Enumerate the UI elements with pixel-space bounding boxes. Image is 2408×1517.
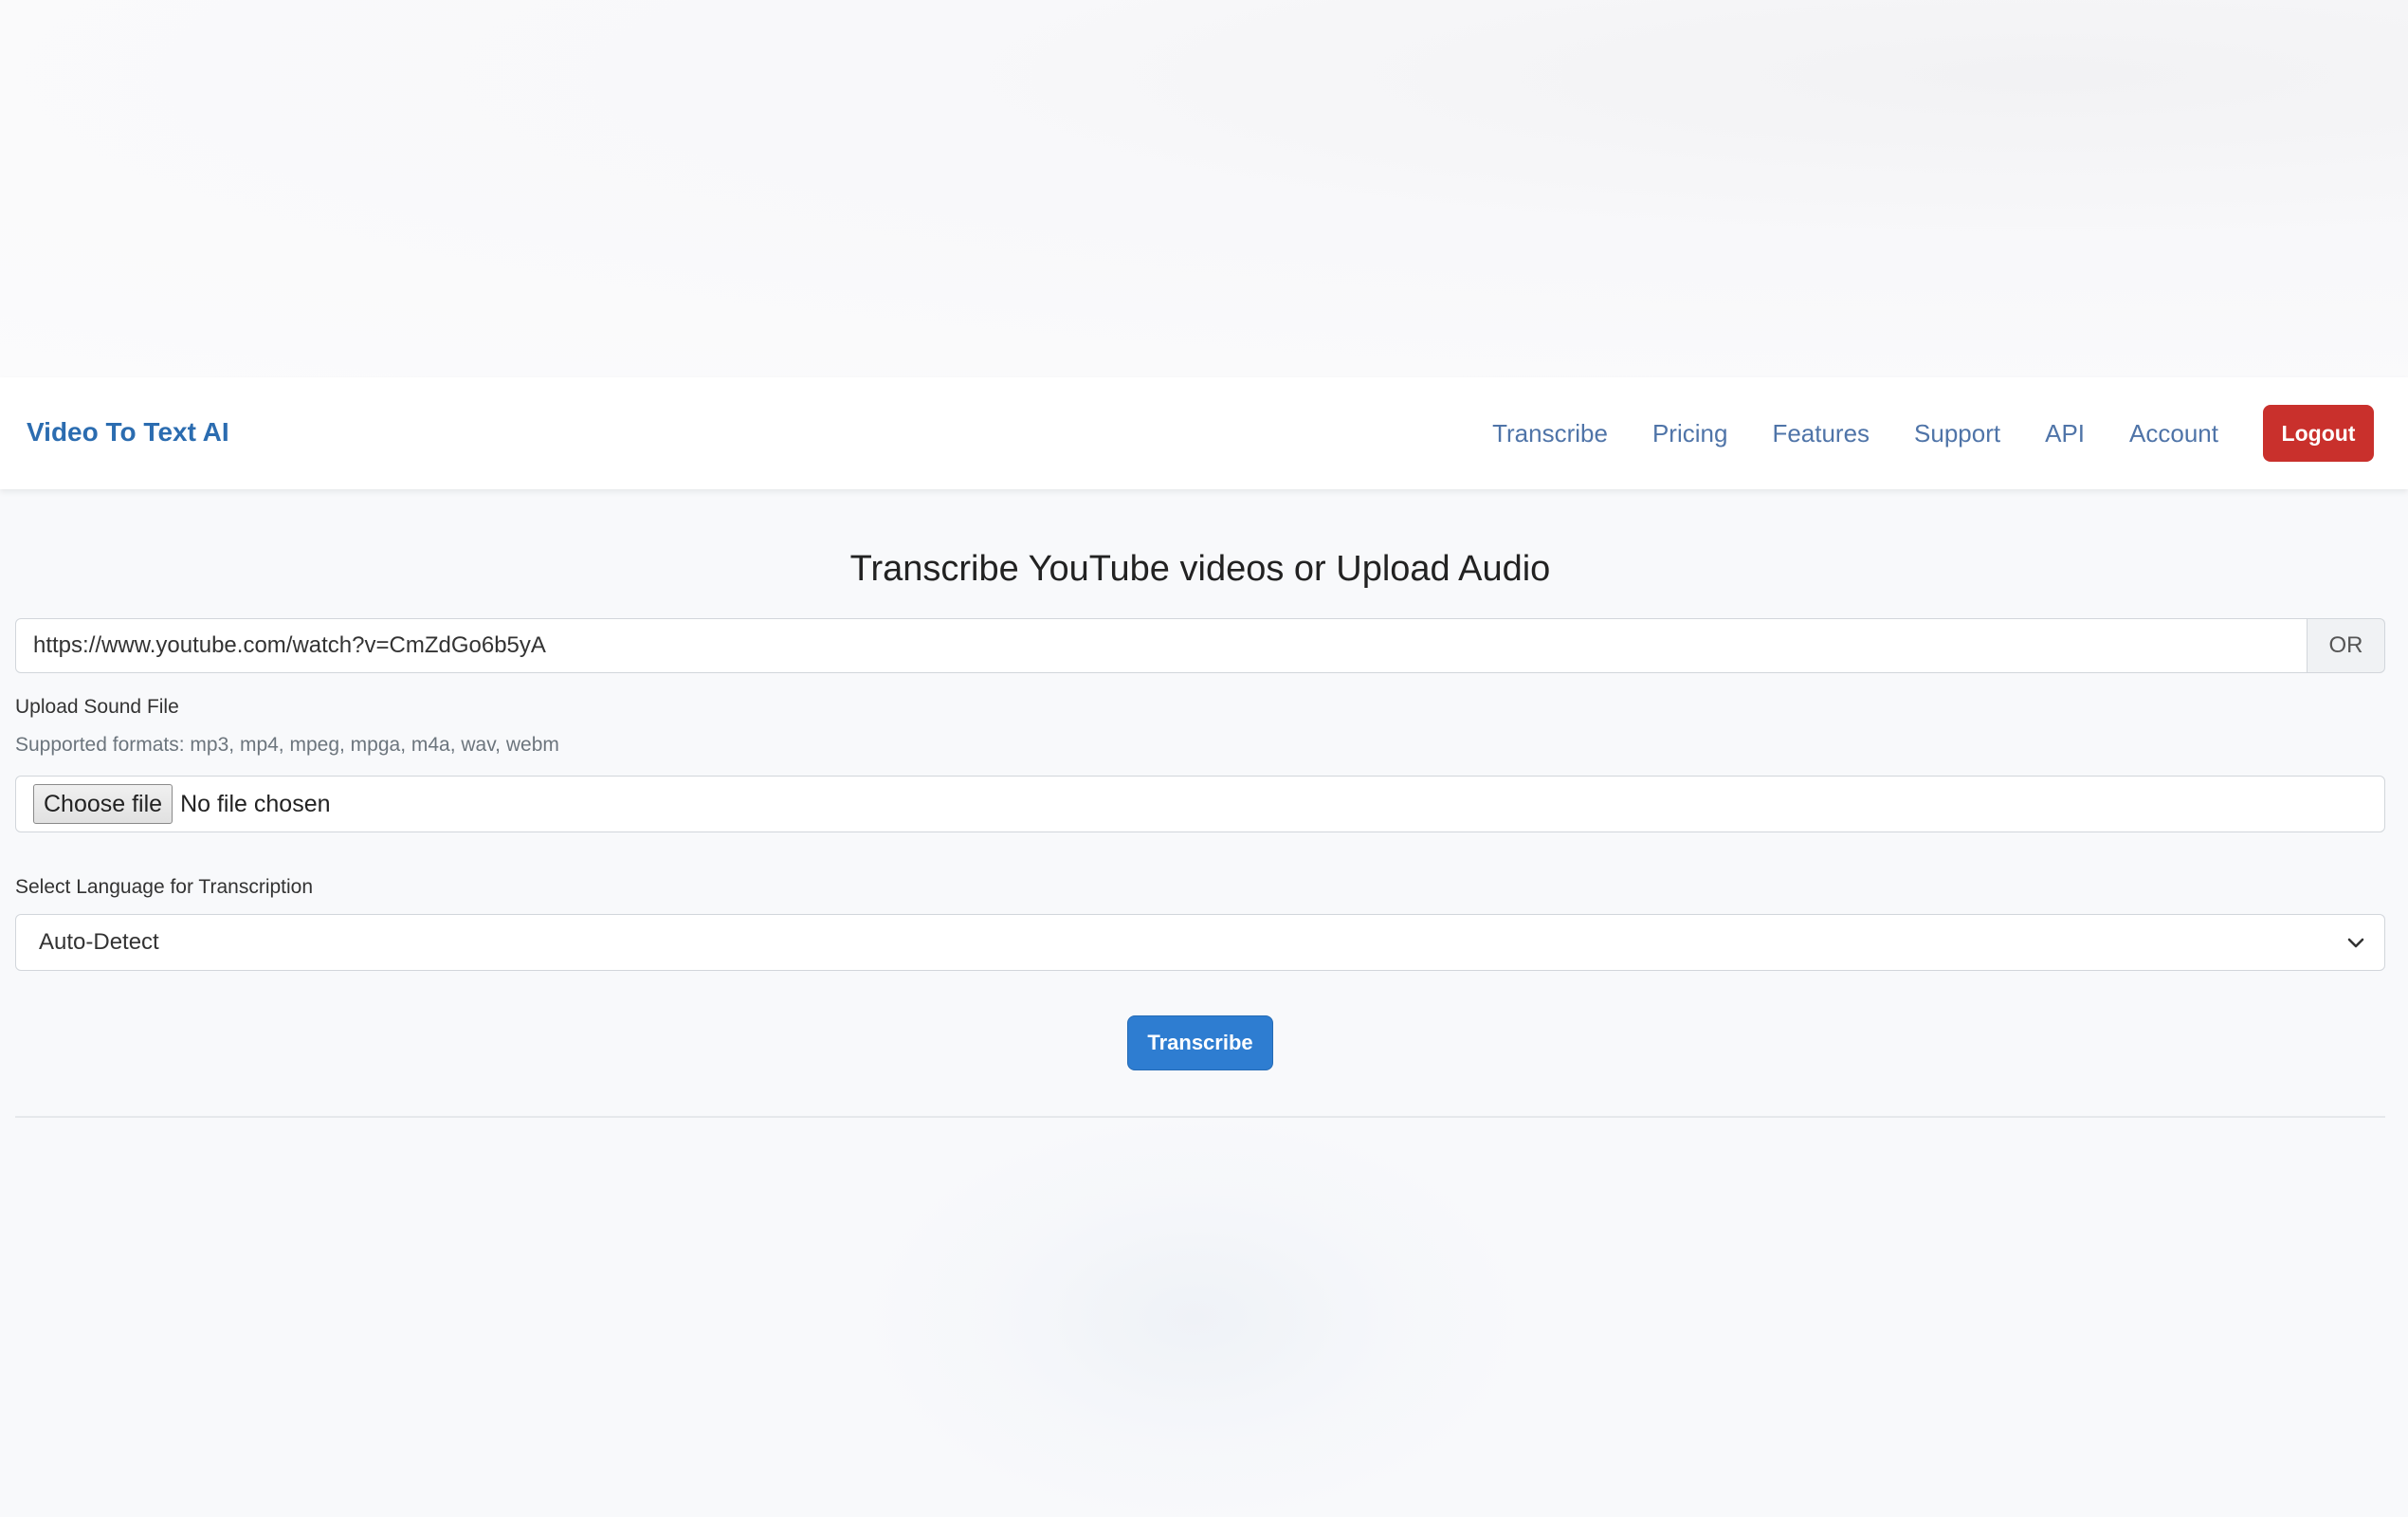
file-upload-input[interactable]: Choose file No file chosen <box>15 776 2385 832</box>
or-addon: OR <box>2308 618 2385 673</box>
page-title: Transcribe YouTube videos or Upload Audi… <box>849 549 1551 589</box>
nav-links: Transcribe Pricing Features Support API … <box>1492 377 2408 489</box>
url-input-group: OR <box>15 618 2385 673</box>
upload-formats-help: Supported formats: mp3, mp4, mpeg, mpga,… <box>15 734 559 756</box>
language-select-value: Auto-Detect <box>39 929 159 955</box>
nav-link-support[interactable]: Support <box>1914 412 2000 454</box>
nav-link-transcribe[interactable]: Transcribe <box>1492 412 1608 454</box>
file-status: No file chosen <box>180 790 331 817</box>
nav-link-api[interactable]: API <box>2045 412 2085 454</box>
transcribe-button[interactable]: Transcribe <box>1127 1015 1273 1070</box>
language-label: Select Language for Transcription <box>15 876 314 898</box>
navbar: Video To Text AI Transcribe Pricing Feat… <box>0 377 2408 489</box>
brand-logo[interactable]: Video To Text AI <box>27 411 229 453</box>
upload-label: Upload Sound File <box>15 696 179 718</box>
language-select[interactable]: Auto-Detect <box>15 914 2385 971</box>
divider <box>15 1116 2385 1118</box>
chevron-down-icon <box>2347 938 2364 948</box>
logout-button[interactable]: Logout <box>2263 405 2374 462</box>
nav-link-pricing[interactable]: Pricing <box>1652 412 1727 454</box>
page-background-top <box>0 0 2408 377</box>
choose-file-button[interactable]: Choose file <box>33 784 173 824</box>
nav-link-features[interactable]: Features <box>1772 412 1870 454</box>
nav-link-account[interactable]: Account <box>2129 412 2218 454</box>
youtube-url-input[interactable] <box>15 618 2308 673</box>
page-background-glow <box>872 1119 1517 1517</box>
